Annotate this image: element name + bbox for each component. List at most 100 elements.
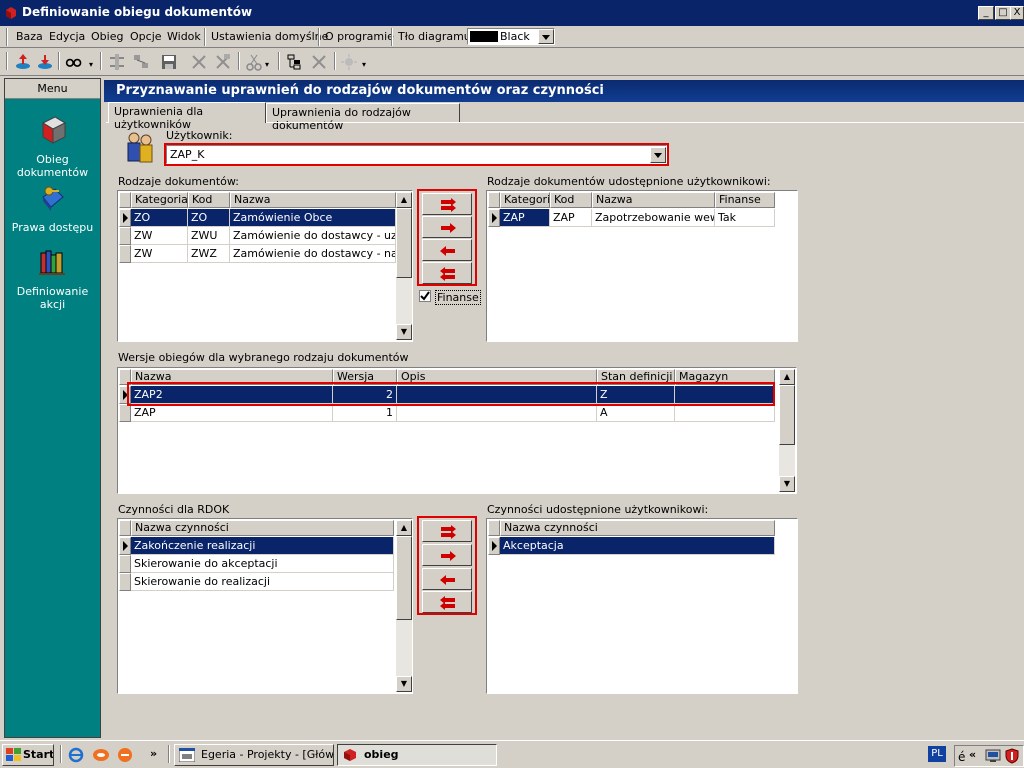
- table-cell[interactable]: Tak: [715, 209, 775, 227]
- column-header-kod[interactable]: Kod: [188, 192, 230, 208]
- close-button[interactable]: X: [1010, 6, 1024, 20]
- column-header-nazwa[interactable]: Nazwa: [230, 192, 396, 208]
- activity-move-all-right-button[interactable]: [422, 520, 472, 542]
- finanse-checkbox[interactable]: [419, 290, 431, 302]
- sun-icon[interactable]: [340, 53, 358, 71]
- arrange-icon[interactable]: [132, 53, 150, 71]
- row-indicator[interactable]: [488, 537, 500, 555]
- scroll-up-button[interactable]: ▲: [396, 520, 412, 536]
- move-right-button[interactable]: [422, 216, 472, 238]
- table-cell[interactable]: Zamówienie do dostawcy - na pods: [230, 245, 396, 263]
- scroll-down-button[interactable]: ▼: [396, 676, 412, 692]
- user-dropdown-button[interactable]: [650, 147, 666, 163]
- dropdown-arrow-icon[interactable]: ▾: [265, 60, 269, 69]
- tree-structure-icon[interactable]: [286, 53, 304, 71]
- task-obieg[interactable]: obieg: [337, 744, 497, 766]
- help-tray-icon[interactable]: é: [957, 749, 967, 763]
- list-item[interactable]: Zakończenie realizacji: [131, 537, 394, 555]
- table-cell[interactable]: ZW: [131, 227, 188, 245]
- column-header-kategoria[interactable]: Kategoria: [131, 192, 188, 208]
- list-item[interactable]: Skierowanie do realizacji: [131, 573, 394, 591]
- user-select[interactable]: ZAP_K: [166, 145, 667, 164]
- scroll-down-button[interactable]: ▼: [396, 324, 412, 340]
- move-all-left-button[interactable]: [422, 262, 472, 284]
- column-header-nazwa-czynnosci[interactable]: Nazwa czynności: [131, 520, 394, 536]
- column-header-nazwa-czynnosci[interactable]: Nazwa czynności: [500, 520, 775, 536]
- activity-move-all-left-button[interactable]: [422, 591, 472, 613]
- table-cell[interactable]: [397, 404, 597, 422]
- disconnect-db-icon[interactable]: [36, 53, 54, 71]
- activity-move-right-button[interactable]: [422, 544, 472, 566]
- activity-move-left-button[interactable]: [422, 568, 472, 590]
- maximize-button[interactable]: □: [995, 6, 1011, 20]
- delete-all-icon[interactable]: [214, 53, 232, 71]
- scroll-thumb[interactable]: [396, 208, 412, 278]
- row-indicator[interactable]: [119, 555, 131, 573]
- start-button[interactable]: Start: [2, 744, 54, 766]
- side-menu-item-obieg-dokumentow[interactable]: Obieg dokumentów: [5, 115, 100, 179]
- scroll-thumb[interactable]: [779, 385, 795, 445]
- list-item[interactable]: Skierowanie do akceptacji: [131, 555, 394, 573]
- scroll-thumb[interactable]: [396, 536, 412, 620]
- move-all-right-button[interactable]: [422, 193, 472, 215]
- menu-obieg[interactable]: Obieg: [91, 30, 123, 43]
- tray-chevron[interactable]: «: [969, 748, 976, 761]
- table-cell[interactable]: Zapotrzebowanie wewnę: [592, 209, 715, 227]
- security-shield-icon[interactable]: [1005, 748, 1019, 764]
- table-cell[interactable]: [675, 404, 775, 422]
- delete-element-icon[interactable]: [190, 53, 208, 71]
- menu-baza[interactable]: Baza: [16, 30, 43, 43]
- table-cell[interactable]: Zamówienie do dostawcy - uzupełn: [230, 227, 396, 245]
- remove-structure-icon[interactable]: [310, 53, 328, 71]
- color-dropdown-button[interactable]: [538, 29, 554, 44]
- menu-widok[interactable]: Widok: [167, 30, 201, 43]
- column-header-kategoria[interactable]: Kategoria: [500, 192, 550, 208]
- network-tray-icon[interactable]: [985, 749, 1001, 763]
- scroll-down-button[interactable]: ▼: [779, 476, 795, 492]
- tab-uprawnienia-uzytkownikow[interactable]: Uprawnienia dla użytkowników: [108, 102, 266, 131]
- column-header-finanse[interactable]: Finanse: [715, 192, 775, 208]
- row-indicator[interactable]: [119, 573, 131, 591]
- dropdown-arrow-icon[interactable]: ▾: [89, 60, 93, 69]
- app-quicklaunch-icon[interactable]: [92, 747, 110, 763]
- ie-icon[interactable]: [68, 747, 84, 763]
- app-quicklaunch-icon-2[interactable]: [116, 747, 134, 763]
- scissors-icon[interactable]: [245, 53, 263, 71]
- move-left-button[interactable]: [422, 239, 472, 261]
- side-menu-item-prawa-dostepu[interactable]: Prawa dostępu: [5, 183, 100, 243]
- dropdown-arrow-icon[interactable]: ▾: [362, 60, 366, 69]
- table-cell[interactable]: ZWU: [188, 227, 230, 245]
- row-indicator[interactable]: [119, 209, 131, 227]
- vertical-scrollbar[interactable]: ▲ ▼: [396, 520, 412, 692]
- table-cell[interactable]: ZO: [131, 209, 188, 227]
- vertical-scrollbar[interactable]: ▲ ▼: [779, 369, 795, 492]
- background-color-select[interactable]: Black: [467, 28, 555, 45]
- quicklaunch-chevron[interactable]: »: [150, 747, 157, 760]
- table-cell[interactable]: 1: [333, 404, 397, 422]
- language-indicator[interactable]: PL: [928, 746, 946, 762]
- tab-uprawnienia-rodzajow[interactable]: Uprawnienia do rodzajów dokumentów: [266, 103, 460, 132]
- scroll-up-button[interactable]: ▲: [396, 192, 412, 208]
- align-icon[interactable]: [108, 53, 126, 71]
- table-cell[interactable]: ZO: [188, 209, 230, 227]
- menu-opcje[interactable]: Opcje: [130, 30, 162, 43]
- column-header-kod[interactable]: Kod: [550, 192, 592, 208]
- scroll-up-button[interactable]: ▲: [779, 369, 795, 385]
- side-menu-item-definiowanie-akcji[interactable]: Definiowanie akcji: [5, 247, 100, 311]
- save-diagram-icon[interactable]: [160, 53, 178, 71]
- binoculars-icon[interactable]: [65, 53, 83, 71]
- connect-db-icon[interactable]: [14, 53, 32, 71]
- table-cell[interactable]: ZAP: [500, 209, 550, 227]
- table-cell[interactable]: ZAP: [550, 209, 592, 227]
- task-egeria-projekty[interactable]: Egeria - Projekty - [Głów...: [174, 744, 334, 766]
- column-header-nazwa[interactable]: Nazwa: [592, 192, 715, 208]
- row-indicator[interactable]: [119, 404, 131, 422]
- row-indicator[interactable]: [488, 209, 500, 227]
- list-item[interactable]: Akceptacja: [500, 537, 775, 555]
- row-indicator[interactable]: [119, 537, 131, 555]
- menu-ustawienia-domyslne[interactable]: Ustawienia domyślne: [211, 30, 328, 43]
- table-cell[interactable]: A: [597, 404, 675, 422]
- finanse-label[interactable]: Finanse: [435, 290, 481, 305]
- menu-o-programie[interactable]: O programie: [325, 30, 394, 43]
- table-cell[interactable]: ZWZ: [188, 245, 230, 263]
